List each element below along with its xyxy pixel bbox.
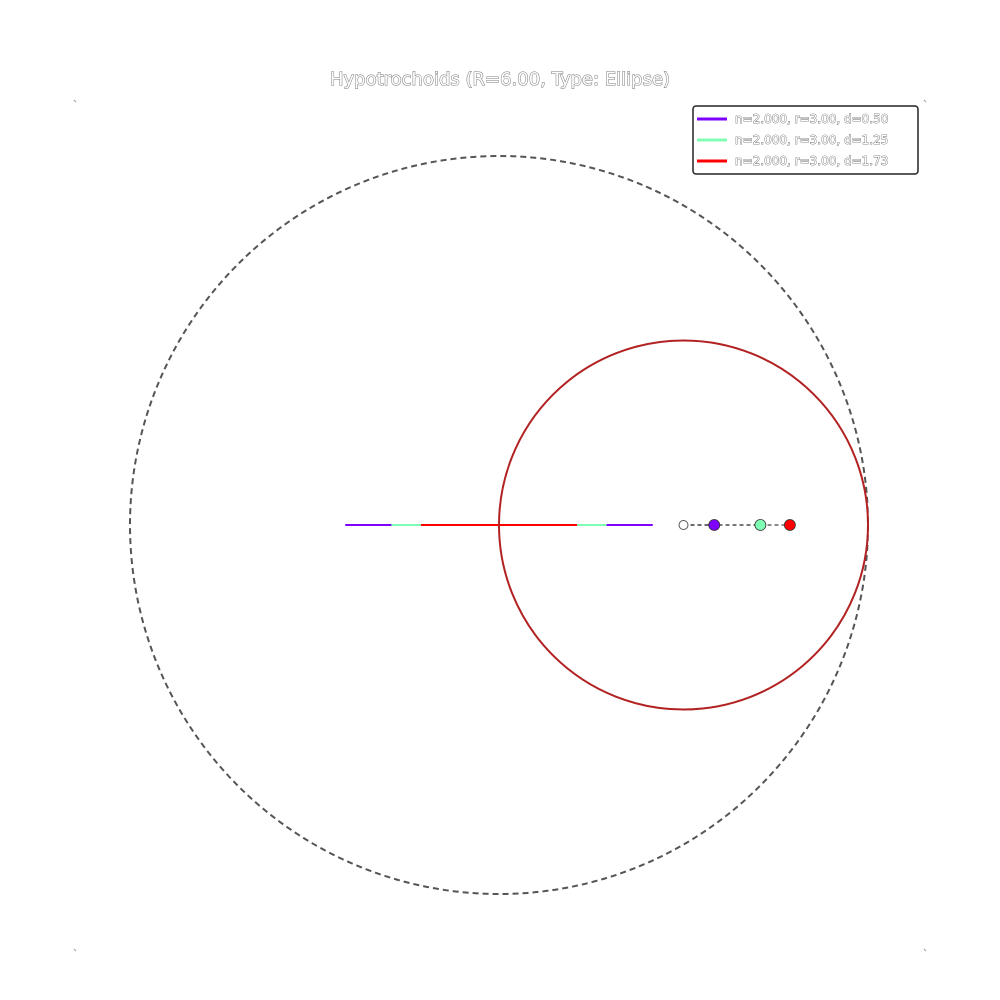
tracing-point-0	[708, 519, 721, 531]
tracing-point-1	[754, 519, 767, 531]
legend-label: n=2.000, r=3.00, d=0.50	[735, 112, 888, 126]
tracing-point-2	[783, 519, 796, 531]
chart-title: Hypotrochoids (R=6.00, Type: Ellipse)	[330, 69, 670, 90]
corner-tick-top-left	[73, 99, 77, 103]
chart-marks	[129, 155, 869, 895]
legend: n=2.000, r=3.00, d=0.50 n=2.000, r=3.00,…	[692, 105, 919, 175]
chart-canvas: Hypotrochoids (R=6.00, Type: Ellipse) n=…	[73, 69, 927, 952]
corner-tick-top-right	[923, 99, 927, 103]
rolling-center-marker	[678, 520, 689, 530]
corner-tick-bottom-right	[923, 948, 927, 952]
plot-area	[73, 99, 927, 952]
corner-tick-bottom-left	[73, 948, 77, 952]
legend-label: n=2.000, r=3.00, d=1.25	[735, 133, 888, 147]
legend-label: n=2.000, r=3.00, d=1.73	[735, 154, 888, 168]
